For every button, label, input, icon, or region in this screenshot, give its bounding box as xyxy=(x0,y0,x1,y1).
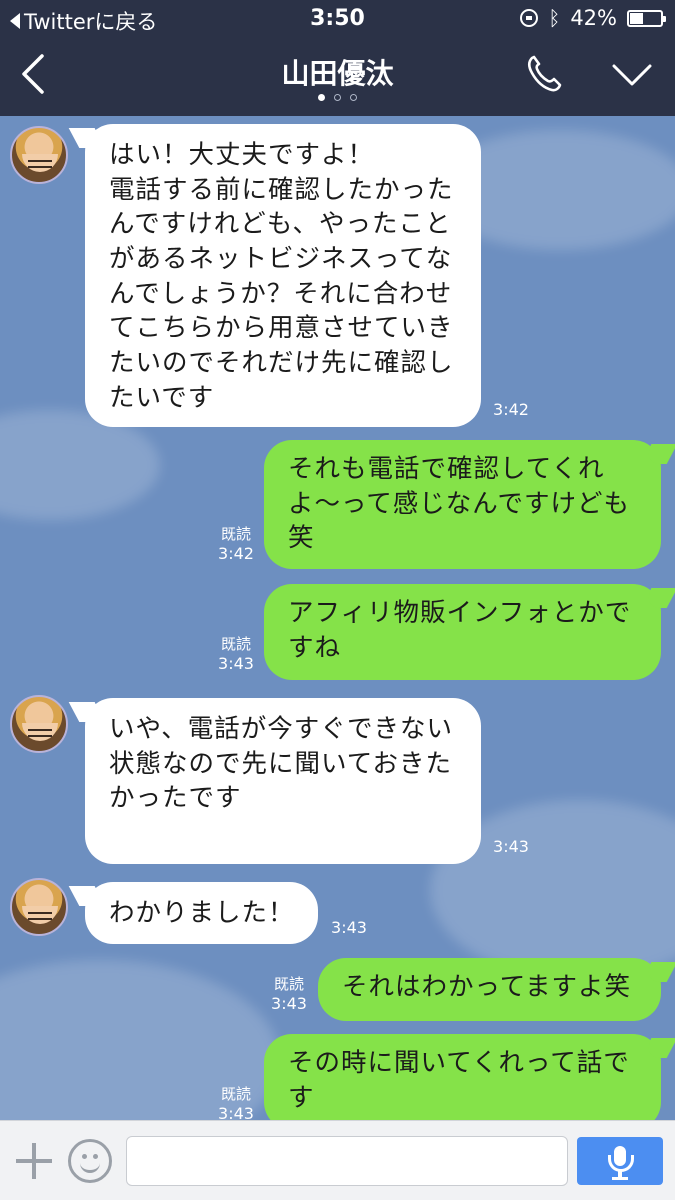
page-indicator xyxy=(0,94,675,101)
page-dot xyxy=(334,94,341,101)
avatar[interactable] xyxy=(10,878,68,936)
message-bubble[interactable]: その時に聞いてくれって話です xyxy=(264,1034,661,1130)
message-input-bar xyxy=(0,1120,675,1200)
message-meta: 既読 3:43 xyxy=(265,974,313,1014)
read-receipt: 既読 xyxy=(273,975,304,993)
status-right: ᛒ 42% xyxy=(520,6,666,30)
message-time: 3:43 xyxy=(331,918,367,937)
message-meta: 既読 3:43 xyxy=(212,1084,260,1124)
message-meta: 既読 3:42 xyxy=(212,524,260,564)
battery-icon xyxy=(627,9,666,27)
chevron-down-icon[interactable] xyxy=(610,58,654,94)
microphone-button[interactable] xyxy=(577,1137,663,1185)
message-bubble[interactable]: それはわかってますよ笑 xyxy=(318,958,661,1021)
bluetooth-icon: ᛒ xyxy=(548,6,561,30)
plus-icon[interactable] xyxy=(14,1141,54,1181)
status-bar: Twitterに戻る 3:50 ᛒ 42% xyxy=(0,0,675,38)
message-time: 3:42 xyxy=(493,400,529,419)
read-receipt: 既読 xyxy=(220,635,251,653)
message-bubble[interactable]: それも電話で確認してくれよ〜って感じなんですけども笑 xyxy=(264,440,661,569)
message-outgoing: 既読 3:43 その時に聞いてくれって話です xyxy=(0,1034,675,1130)
emoji-eye xyxy=(93,1154,98,1159)
chat-screen: Twitterに戻る 3:50 ᛒ 42% 山田優汰 はい！大丈夫ですよ！ 電話… xyxy=(0,0,675,1200)
message-outgoing: 既読 3:42 それも電話で確認してくれよ〜って感じなんですけども笑 xyxy=(0,440,675,570)
message-bubble[interactable]: アフィリ物販インフォとかですね xyxy=(264,584,661,680)
avatar[interactable] xyxy=(10,695,68,753)
read-receipt: 既読 xyxy=(220,1085,251,1103)
message-incoming: はい！大丈夫ですよ！ 電話する前に確認したかったんですけれども、やったことがある… xyxy=(0,124,675,429)
message-meta: 3:43 xyxy=(486,837,536,857)
battery-fill xyxy=(630,12,643,24)
message-meta: 3:42 xyxy=(486,400,536,420)
chat-title[interactable]: 山田優汰 xyxy=(0,52,675,92)
message-bubble[interactable]: いや、電話が今すぐできない状態なので先に聞いておきたかったです xyxy=(85,698,481,864)
avatar[interactable] xyxy=(10,126,68,184)
microphone-arc xyxy=(608,1155,634,1172)
emoji-eye xyxy=(82,1154,87,1159)
message-outgoing: 既読 3:43 それはわかってますよ笑 xyxy=(0,958,675,1022)
rotation-lock-icon xyxy=(520,9,539,27)
message-time: 3:43 xyxy=(271,994,307,1013)
page-dot xyxy=(350,94,357,101)
microphone-base xyxy=(612,1177,628,1180)
message-time: 3:43 xyxy=(218,654,254,673)
battery-percent: 42% xyxy=(570,6,617,30)
message-incoming: いや、電話が今すぐできない状態なので先に聞いておきたかったです 3:43 xyxy=(0,695,675,866)
phone-icon[interactable] xyxy=(522,52,566,96)
nav-bar: 山田優汰 xyxy=(0,38,675,116)
message-bubble[interactable]: わかりました！ xyxy=(85,882,318,944)
message-time: 3:43 xyxy=(493,837,529,856)
message-meta: 既読 3:43 xyxy=(212,634,260,674)
message-time: 3:42 xyxy=(218,544,254,563)
message-outgoing: 既読 3:43 アフィリ物販インフォとかですね xyxy=(0,584,675,684)
emoji-mouth xyxy=(80,1160,100,1173)
message-bubble[interactable]: はい！大丈夫ですよ！ 電話する前に確認したかったんですけれども、やったことがある… xyxy=(85,124,481,427)
read-receipt: 既読 xyxy=(220,525,251,543)
message-incoming: わかりました！ 3:43 xyxy=(0,878,675,946)
chat-header: Twitterに戻る 3:50 ᛒ 42% 山田優汰 xyxy=(0,0,675,116)
message-input[interactable] xyxy=(126,1136,568,1186)
message-meta: 3:43 xyxy=(324,918,374,938)
page-dot xyxy=(318,94,325,101)
emoji-icon[interactable] xyxy=(68,1139,112,1183)
